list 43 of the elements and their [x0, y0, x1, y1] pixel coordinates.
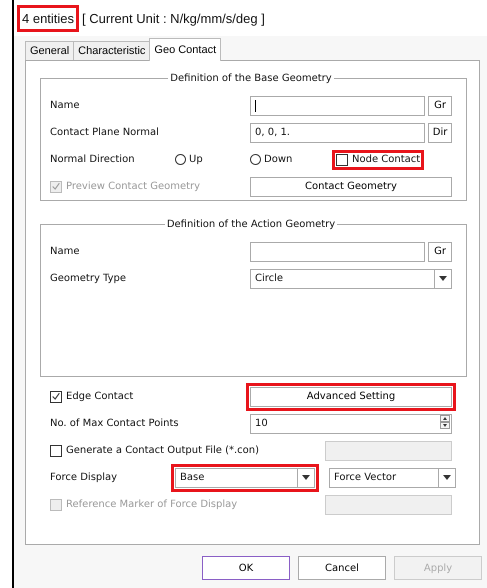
- normal-field[interactable]: 0, 0, 1.: [250, 122, 426, 142]
- spinner-arrows-icon[interactable]: [440, 415, 450, 429]
- radio-label[interactable]: Down: [264, 154, 292, 165]
- force-mode-dropdown[interactable]: Force Vector: [329, 468, 456, 488]
- dropdown-arrow-icon: [302, 475, 310, 480]
- group-title: Definition of the Base Geometry: [169, 73, 333, 84]
- entity-count: 4 entities: [17, 4, 80, 32]
- field-label: No. of Max Contact Points: [50, 418, 180, 429]
- field-label: Name: [50, 246, 81, 257]
- max-points-spinner[interactable]: 10: [250, 414, 452, 434]
- group-title: Definition of the Action Geometry: [166, 219, 336, 230]
- name-field[interactable]: [250, 242, 426, 262]
- direction-button[interactable]: Dir: [428, 122, 452, 142]
- name-field[interactable]: [250, 96, 426, 116]
- radio-label[interactable]: Up: [189, 154, 203, 165]
- tab[interactable]: Geo Contact: [149, 38, 222, 61]
- radio-button[interactable]: [175, 154, 186, 165]
- geometry-type-dropdown[interactable]: Circle: [250, 268, 452, 288]
- pick-button[interactable]: Gr: [428, 242, 452, 262]
- advanced-setting-button[interactable]: Advanced Setting: [250, 386, 452, 406]
- contact-geometry-button[interactable]: Contact Geometry: [250, 176, 452, 196]
- dropdown-arrow-icon: [439, 276, 447, 281]
- unit-label: [ Current Unit : N/kg/mm/s/deg ]: [82, 10, 265, 26]
- dropdown-arrow-icon: [443, 475, 451, 480]
- tab[interactable]: Characteristic: [73, 41, 150, 60]
- tab[interactable]: General: [25, 41, 74, 60]
- check-icon: [51, 181, 61, 192]
- pick-button[interactable]: Gr: [428, 96, 452, 116]
- output-file-field[interactable]: [325, 440, 452, 460]
- radio-button[interactable]: [250, 154, 261, 165]
- node-contact-checkbox[interactable]: Node Contact: [336, 154, 420, 166]
- edge-contact-checkbox[interactable]: Edge Contact: [50, 390, 250, 402]
- field-label: Contact Plane Normal: [50, 127, 160, 138]
- reference-marker-field[interactable]: [325, 494, 452, 514]
- force-target-dropdown[interactable]: Base: [175, 468, 315, 488]
- field-label: Force Display: [50, 472, 118, 483]
- dialog-button[interactable]: Cancel: [298, 556, 386, 580]
- field-label: Name: [50, 100, 81, 111]
- check-icon: [51, 391, 61, 402]
- field-label: Normal Direction: [50, 154, 136, 165]
- field-label: Geometry Type: [50, 273, 128, 284]
- dialog-button[interactable]: OK: [202, 556, 290, 580]
- output-file-checkbox[interactable]: Generate a Contact Output File (*.con): [50, 444, 325, 456]
